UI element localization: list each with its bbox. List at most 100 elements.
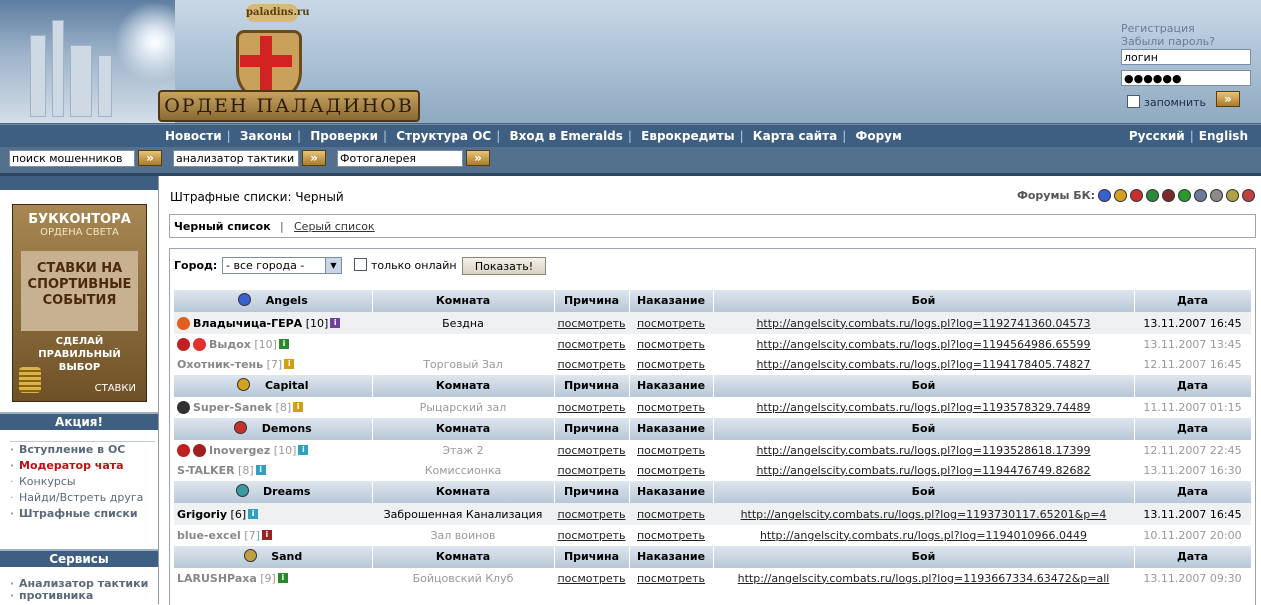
forum-city-icon[interactable] (1178, 189, 1191, 202)
info-icon[interactable]: i (277, 573, 288, 583)
nav-forum[interactable]: Форум (855, 129, 901, 143)
menu-contests[interactable]: Конкурсы (10, 474, 155, 490)
punishment-link[interactable]: посмотреть (637, 508, 705, 521)
nav-emeralds[interactable]: Вход в Emeralds (509, 129, 622, 143)
column-header-reason: Причина (554, 375, 630, 397)
tactics-input[interactable] (173, 150, 299, 167)
player-nick[interactable]: Выдох (209, 338, 251, 351)
punishment-link[interactable]: посмотреть (637, 338, 705, 351)
nav-structure[interactable]: Структура ОС (396, 129, 491, 143)
battle-log-link[interactable]: http://angelscity.combats.ru/logs.pl?log… (756, 317, 1090, 330)
reason-link[interactable]: посмотреть (557, 464, 625, 477)
show-button[interactable]: Показать! (462, 257, 546, 275)
reason-link[interactable]: посмотреть (557, 358, 625, 371)
battle-log-link[interactable]: http://angelscity.combats.ru/logs.pl?log… (756, 464, 1090, 477)
menu-chat-moderator[interactable]: Модератор чата (10, 458, 155, 474)
forum-city-icon[interactable] (1114, 189, 1127, 202)
player-nick[interactable]: S-TALKER (177, 464, 235, 477)
info-icon[interactable]: i (298, 445, 309, 455)
forum-city-icon[interactable] (1162, 189, 1175, 202)
player-nick[interactable]: Охотник-тень (177, 358, 263, 371)
room-cell: Бойцовский Клуб (412, 571, 514, 585)
battle-log-link[interactable]: http://angelscity.combats.ru/logs.pl?log… (756, 358, 1090, 371)
info-icon[interactable]: i (248, 509, 259, 519)
bookmaker-promo-banner[interactable]: БУККОНТОРА ОРДЕНА СВЕТА СТАВКИ НА СПОРТИ… (12, 204, 147, 402)
nav-eurocredits[interactable]: Еврокредиты (641, 129, 734, 143)
reason-link[interactable]: посмотреть (557, 338, 625, 351)
remember-checkbox[interactable]: запомнить (1127, 95, 1206, 109)
menu-tactics-analyzer-cont[interactable]: противника (10, 590, 155, 603)
info-icon[interactable]: i (255, 465, 266, 475)
login-input[interactable] (1121, 49, 1251, 65)
info-icon[interactable]: i (261, 530, 272, 540)
battle-log-link[interactable]: http://angelscity.combats.ru/logs.pl?log… (741, 508, 1107, 521)
city-select[interactable]: - все города - ▼ (222, 257, 342, 274)
register-link[interactable]: Регистрация (1121, 22, 1251, 35)
lang-russian[interactable]: Русский (1129, 129, 1185, 143)
player-nick[interactable]: Grigoriy (177, 508, 227, 521)
photo-gallery-input[interactable] (337, 150, 463, 167)
online-only-checkbox[interactable]: только онлайн (354, 258, 457, 272)
nav-checks[interactable]: Проверки (310, 129, 378, 143)
nav-news[interactable]: Новости (165, 129, 222, 143)
reason-link[interactable]: посмотреть (557, 317, 625, 330)
nav-sitemap[interactable]: Карта сайта (753, 129, 837, 143)
battle-log-link[interactable]: http://angelscity.combats.ru/logs.pl?log… (738, 572, 1110, 585)
forgot-password-link[interactable]: Забыли пароль? (1121, 35, 1251, 48)
forum-city-icon[interactable] (1098, 189, 1111, 202)
forum-city-icon[interactable] (1146, 189, 1159, 202)
info-icon[interactable]: i (293, 402, 304, 412)
punishment-link[interactable]: посмотреть (637, 444, 705, 457)
reason-link[interactable]: посмотреть (557, 572, 625, 585)
city-name: Sand (259, 550, 303, 563)
battle-log-link[interactable]: http://angelscity.combats.ru/logs.pl?log… (756, 444, 1090, 457)
tab-gray-list[interactable]: Серый список (294, 220, 375, 233)
password-input[interactable] (1121, 70, 1251, 86)
punishment-link[interactable]: посмотреть (637, 317, 705, 330)
login-submit-button[interactable]: » (1216, 91, 1240, 107)
reason-link[interactable]: посмотреть (557, 401, 625, 414)
reason-link[interactable]: посмотреть (557, 508, 625, 521)
punishment-link[interactable]: посмотреть (637, 401, 705, 414)
battle-log-link[interactable]: http://angelscity.combats.ru/logs.pl?log… (756, 401, 1090, 414)
player-nick[interactable]: blue-excel (177, 529, 241, 542)
battle-log-link[interactable]: http://angelscity.combats.ru/logs.pl?log… (760, 529, 1087, 542)
login-panel: Регистрация Забыли пароль? запомнить » (1121, 22, 1251, 109)
battle-log-link[interactable]: http://angelscity.combats.ru/logs.pl?log… (756, 338, 1090, 351)
punishment-link[interactable]: посмотреть (637, 572, 705, 585)
player-nick[interactable]: Super-Sanek (193, 401, 272, 414)
player-nick[interactable]: LARUSHPaxa (177, 572, 257, 585)
menu-join-order[interactable]: Вступление в ОС (10, 442, 155, 458)
services-menu: Анализатор тактики противника (10, 578, 155, 603)
info-icon[interactable]: i (284, 359, 295, 369)
forum-city-icon[interactable] (1242, 189, 1255, 202)
city-header-row: Capital Комната Причина Наказание Бой Дата (174, 374, 1251, 397)
forum-city-icon[interactable] (1194, 189, 1207, 202)
menu-find-friend[interactable]: Найди/Встреть друга (10, 490, 155, 506)
player-nick[interactable]: Inovergez (209, 444, 270, 457)
player-nick[interactable]: Владычица-ГЕРА (193, 317, 302, 330)
info-icon[interactable]: i (330, 318, 341, 328)
menu-penalty-lists[interactable]: Штрафные списки (10, 506, 155, 522)
site-logo[interactable]: ОРДЕН ПАЛАДИНОВ (158, 90, 420, 122)
forum-city-icon[interactable] (1130, 189, 1143, 202)
reason-link[interactable]: посмотреть (557, 529, 625, 542)
punishment-link[interactable]: посмотреть (637, 358, 705, 371)
reason-link[interactable]: посмотреть (557, 444, 625, 457)
fraud-search-button[interactable]: » (138, 150, 162, 166)
fraud-search-input[interactable] (9, 150, 135, 167)
nav-laws[interactable]: Законы (240, 129, 292, 143)
lang-english[interactable]: English (1199, 129, 1248, 143)
punishment-link[interactable]: посмотреть (637, 529, 705, 542)
info-icon[interactable]: i (278, 339, 289, 349)
forum-city-icon[interactable] (1226, 189, 1239, 202)
reason-cell: посмотреть (554, 354, 629, 374)
column-header-reason: Причина (554, 290, 630, 312)
tab-black-list[interactable]: Черный список (174, 220, 271, 233)
online-only-label: только онлайн (371, 259, 457, 272)
tactics-button[interactable]: » (302, 150, 326, 166)
forum-city-icon[interactable] (1210, 189, 1223, 202)
forums-bar: Форумы БК: (1017, 189, 1255, 202)
photo-gallery-button[interactable]: » (466, 150, 490, 166)
punishment-link[interactable]: посмотреть (637, 464, 705, 477)
